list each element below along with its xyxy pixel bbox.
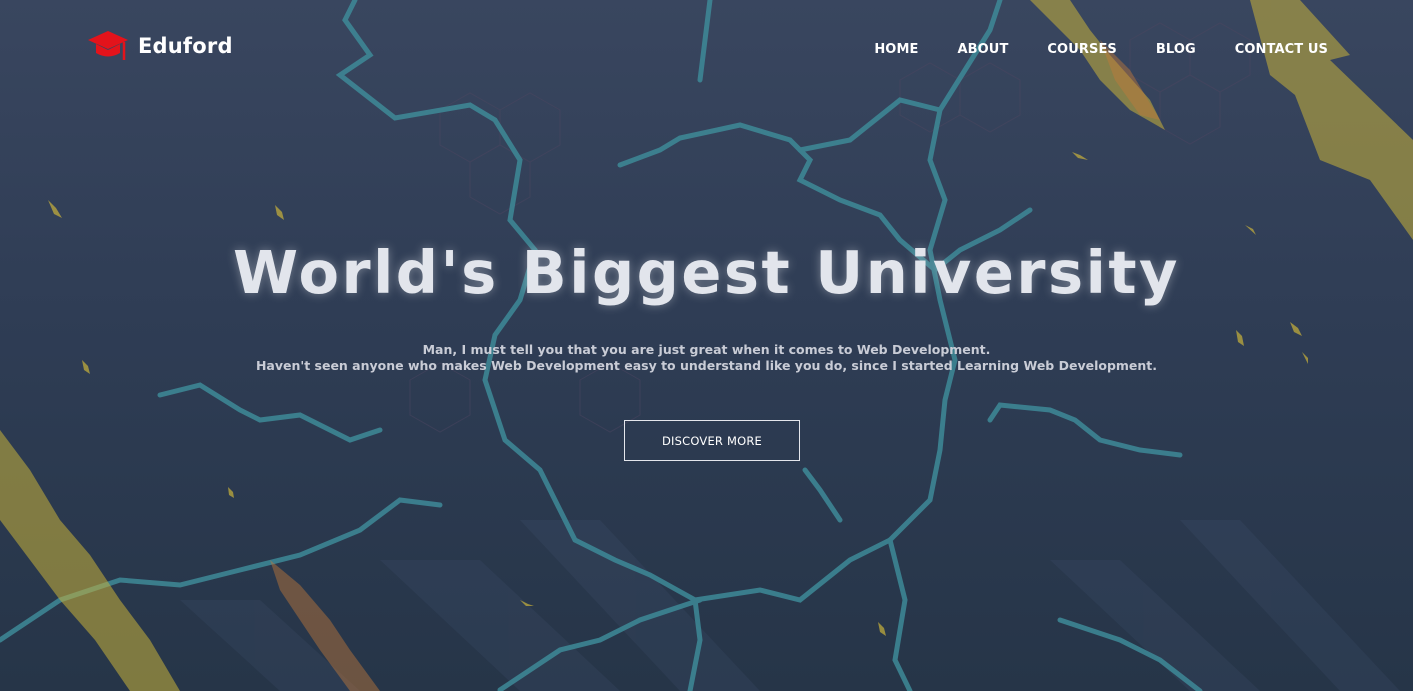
discover-more-button[interactable]: DISCOVER MORE: [624, 420, 800, 461]
nav-link-courses[interactable]: COURSES: [1047, 42, 1116, 57]
nav-link-home[interactable]: HOME: [874, 42, 918, 57]
hero-section: Eduford HOME ABOUT COURSES BLOG CONTACT …: [0, 0, 1413, 691]
brand-name: Eduford: [138, 34, 233, 58]
brand-logo[interactable]: Eduford: [86, 28, 233, 64]
hero-subtitle-line-2: Haven't seen anyone who makes Web Develo…: [255, 358, 1158, 373]
hero-subtitle: Man, I must tell you that you are just g…: [0, 342, 1413, 374]
nav-link-contact-us[interactable]: CONTACT US: [1235, 42, 1328, 57]
nav-link-blog[interactable]: BLOG: [1156, 42, 1196, 57]
nav-link-about[interactable]: ABOUT: [957, 42, 1008, 57]
hero-title: World's Biggest University: [232, 238, 1181, 307]
main-navigation: HOME ABOUT COURSES BLOG CONTACT US: [874, 42, 1328, 57]
hero-subtitle-line-1: Man, I must tell you that you are just g…: [422, 342, 991, 357]
graduation-cap-icon: [88, 31, 128, 60]
